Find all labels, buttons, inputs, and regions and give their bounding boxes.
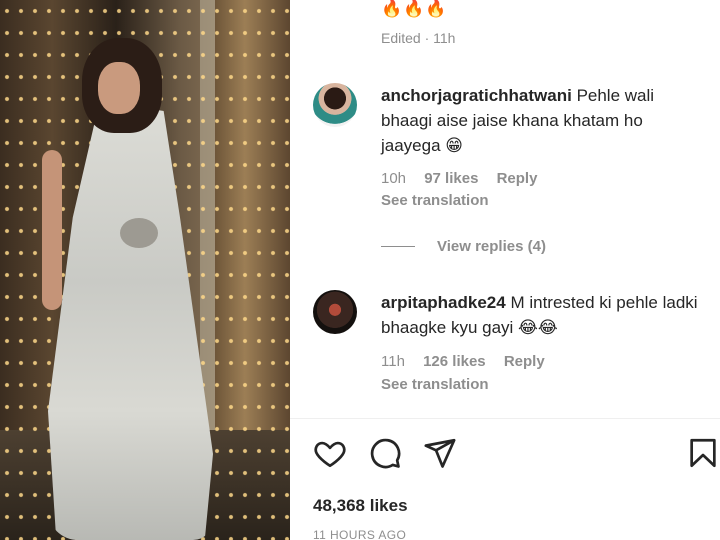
view-replies-label: View replies (4)	[437, 238, 546, 255]
bookmark-icon[interactable]	[686, 436, 720, 470]
comment-reply-button[interactable]: Reply	[504, 353, 545, 370]
comment-icon[interactable]	[368, 436, 402, 470]
comment-likes[interactable]: 126 likes	[423, 353, 486, 370]
comment-meta: 11h 126 likes Reply	[381, 353, 559, 370]
view-replies-button[interactable]: View replies (4)	[381, 238, 546, 255]
post-likes-count[interactable]: 48,368 likes	[313, 496, 408, 516]
comment-time: 10h	[381, 170, 407, 187]
photo-figure-face	[98, 62, 140, 114]
comment-username[interactable]: anchorjagratichhatwani	[381, 86, 572, 105]
send-icon[interactable]	[423, 436, 457, 470]
post-timestamp: 11 HOURS AGO	[313, 528, 407, 540]
comment-reply-button[interactable]: Reply	[497, 170, 538, 187]
comments-panel: 🔥🔥🔥 Edited · 11h anchorjagratichhatwani …	[290, 0, 720, 540]
caption-emoji: 🔥🔥🔥	[381, 0, 448, 19]
comment-text-block: anchorjagratichhatwani Pehle wali bhaagi…	[381, 83, 701, 158]
comment-likes[interactable]: 97 likes	[424, 170, 478, 187]
avatar[interactable]	[313, 83, 357, 127]
comment-meta: 10h 97 likes Reply	[381, 170, 551, 187]
photo-figure-arm	[42, 150, 62, 310]
heart-icon[interactable]	[313, 436, 347, 470]
post-action-bar	[313, 436, 720, 472]
actions-divider	[290, 418, 720, 419]
comment-text-block: arpitaphadke24 M intrested ki pehle ladk…	[381, 290, 701, 340]
see-translation-link[interactable]: See translation	[381, 192, 489, 209]
avatar[interactable]	[313, 290, 357, 334]
comment-username[interactable]: arpitaphadke24	[381, 293, 506, 312]
photo-clutch	[120, 218, 158, 248]
replies-divider-line	[381, 246, 415, 247]
comment-time: 11h	[381, 353, 405, 370]
see-translation-link[interactable]: See translation	[381, 376, 489, 393]
caption-edited-time: Edited · 11h	[381, 30, 456, 46]
post-photo[interactable]	[0, 0, 290, 540]
